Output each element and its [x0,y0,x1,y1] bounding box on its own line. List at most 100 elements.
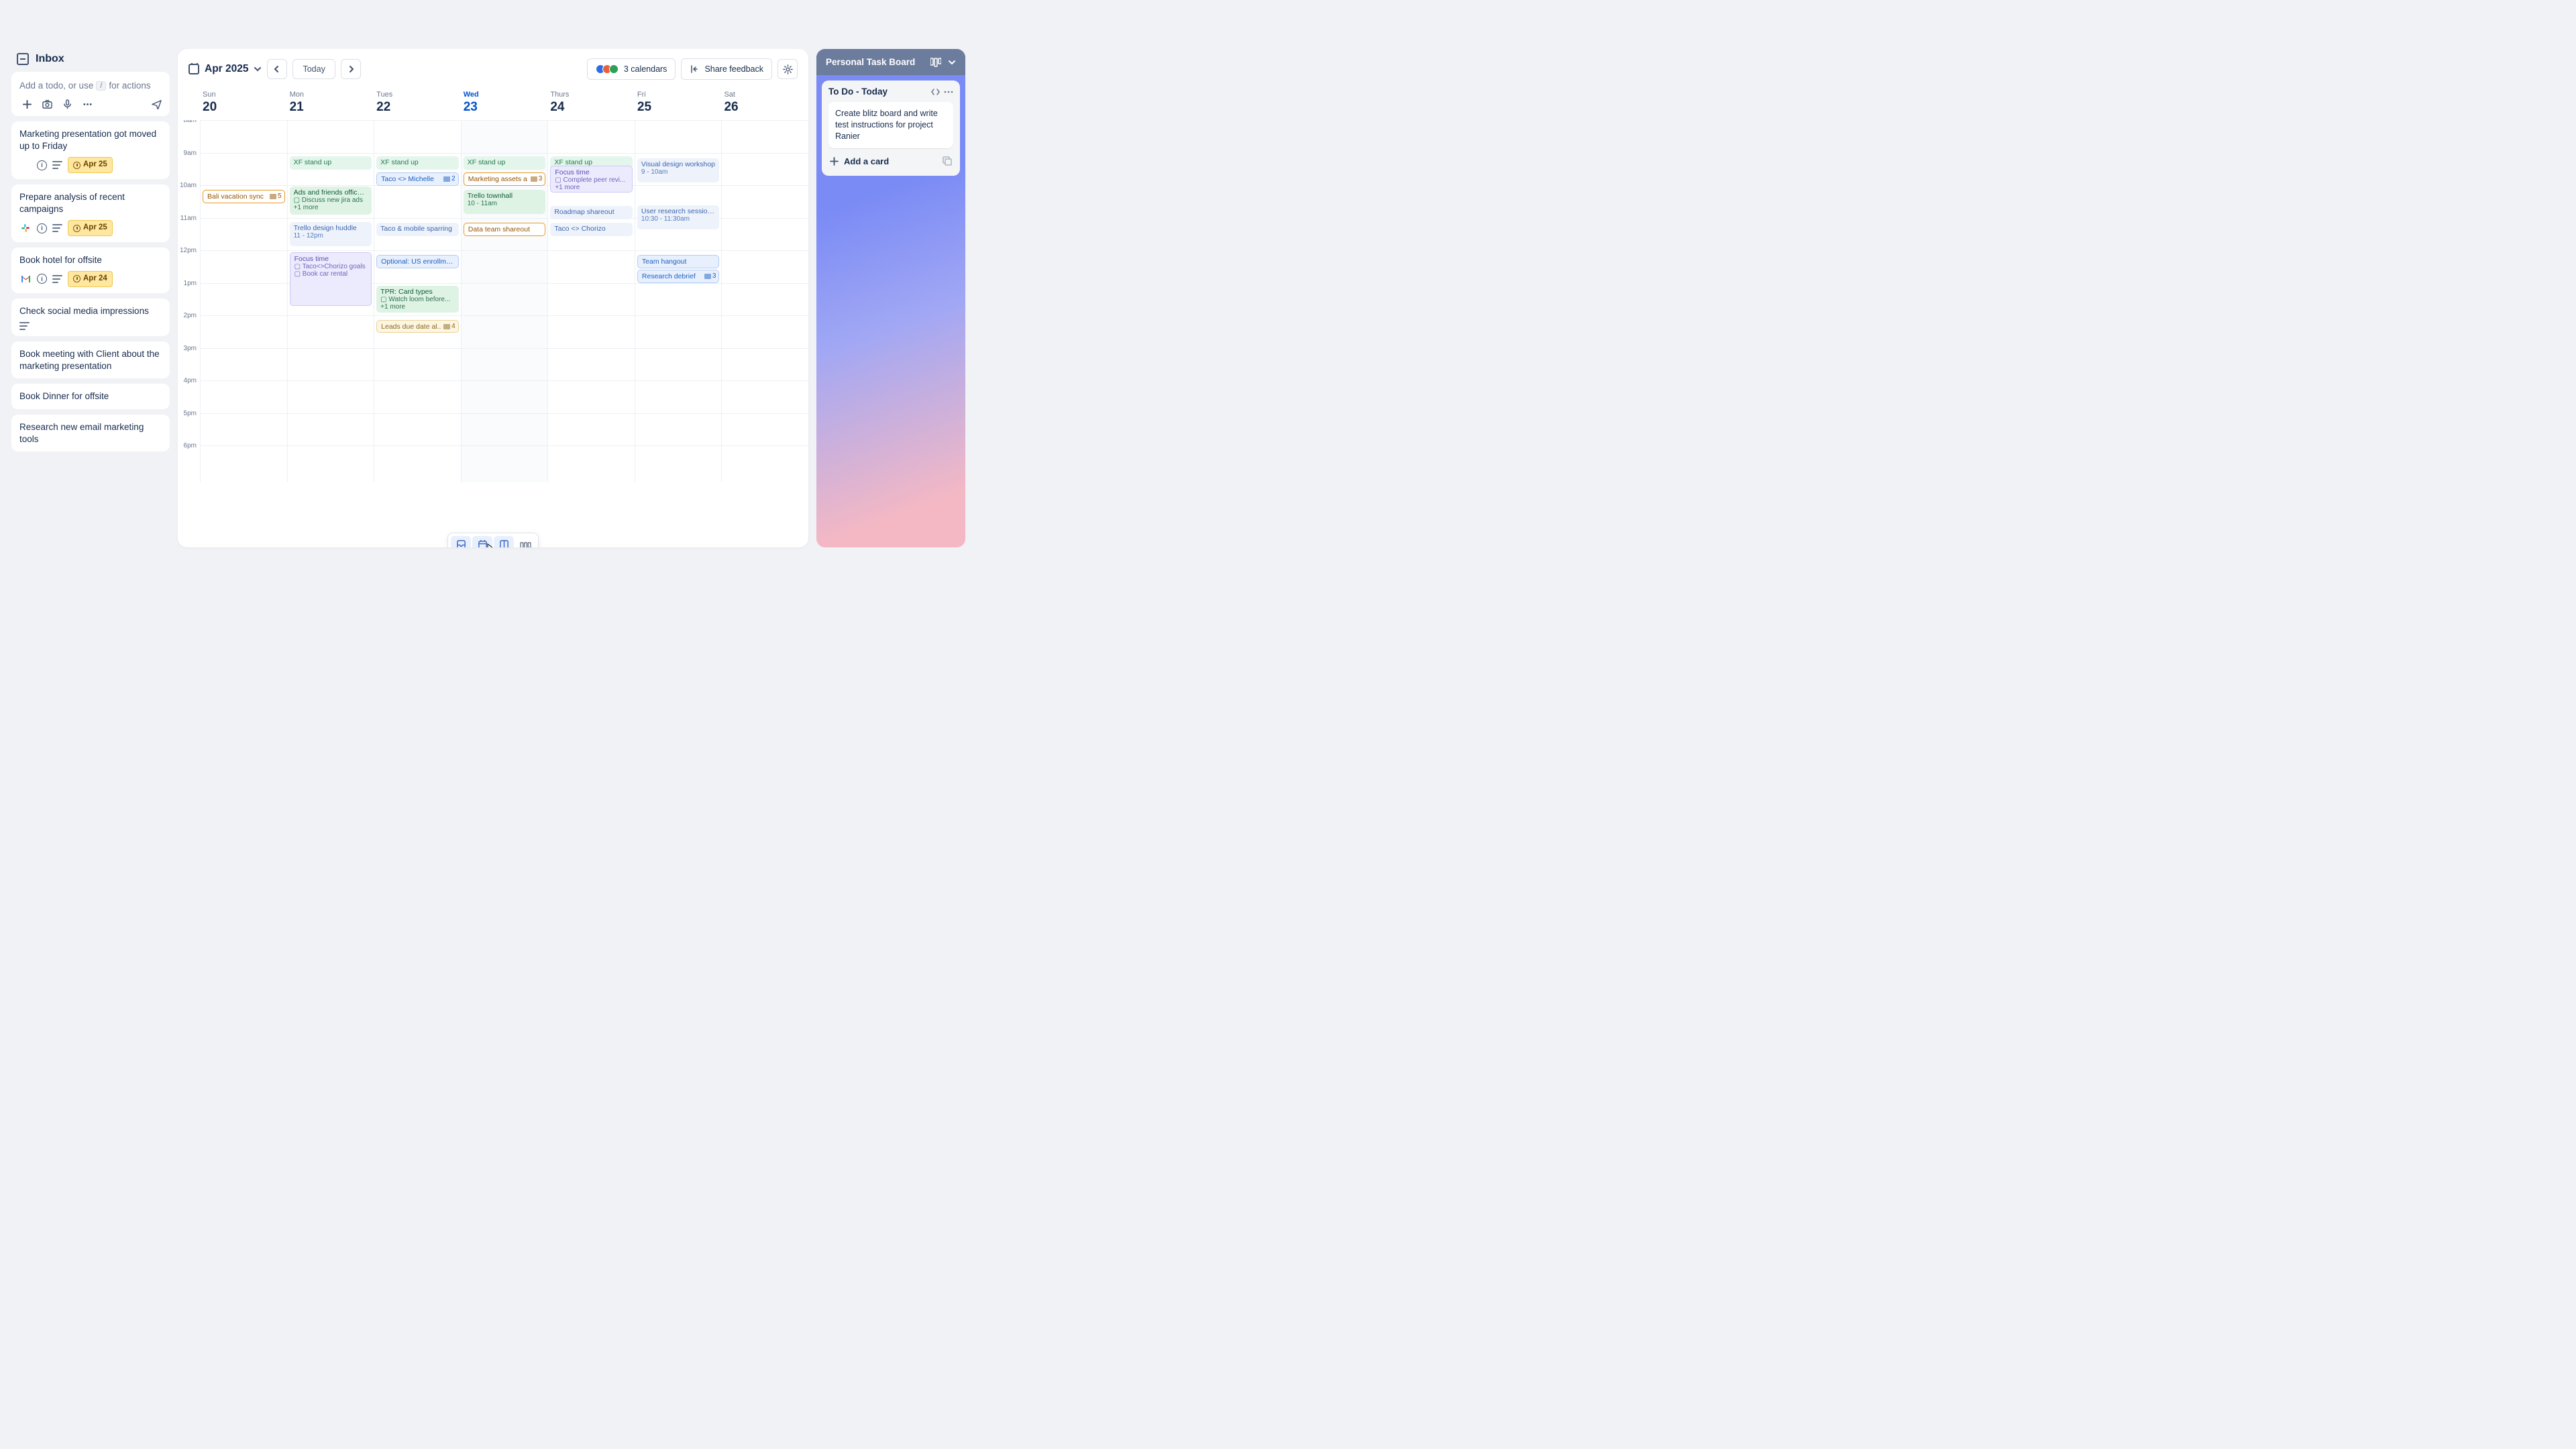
cal-event[interactable]: TPR: Card types▢ Watch loom before...+1 … [376,286,459,313]
day-header[interactable]: Sat26 [721,89,808,120]
add-card-label: Add a card [844,156,889,166]
day-header[interactable]: Sun20 [200,89,287,120]
day-col[interactable]: Visual design workshop9 - 10am User resea… [635,120,722,482]
today-button[interactable]: Today [292,59,335,79]
share-icon [690,64,699,74]
prev-week-button[interactable] [267,59,287,79]
board-view-icon[interactable] [930,58,941,67]
plus-icon[interactable] [22,99,32,109]
settings-button[interactable] [777,59,798,79]
info-icon[interactable]: i [37,223,47,233]
time-label: 10am [178,182,200,215]
inbox-card[interactable]: Book meeting with Client about the marke… [11,341,170,378]
camera-icon[interactable] [42,99,52,109]
inbox-card-meta: i Apr 25 [19,157,162,173]
day-name: Sat [724,91,806,99]
week-grid[interactable]: Bali vacation sync5 XF stand up Ads and fr… [200,120,808,482]
view-columns-button[interactable] [494,536,514,547]
day-col[interactable]: XF stand up Ads and friends office h...▢ … [287,120,374,482]
ev-count: 2 [443,175,455,182]
date-pill[interactable]: Apr 24 [68,271,113,287]
inbox-card-text: Prepare analysis of recent campaigns [19,191,162,215]
template-icon[interactable] [943,156,952,166]
view-inbox-button[interactable] [451,536,471,547]
day-header[interactable]: Wed23 [461,89,548,120]
add-card-button[interactable]: Add a card [828,154,953,169]
inbox-card-text: Research new email marketing tools [19,421,162,445]
plus-icon [830,157,839,166]
description-icon [19,322,30,330]
cal-event[interactable]: Roadmap shareout [550,206,633,219]
chevron-down-icon[interactable] [948,58,956,66]
inbox-card[interactable]: Book Dinner for offsite [11,384,170,409]
cal-event[interactable]: Trello design huddle11 - 12pm [290,222,372,246]
cal-event[interactable]: Focus time▢ Taco<>Chorizo goals▢ Book ca… [290,252,372,306]
ev-title: XF stand up [380,158,455,166]
day-name: Mon [290,91,372,99]
cal-title-wrap[interactable]: Apr 2025 [189,63,262,75]
cal-event[interactable]: Marketing assets a3 [464,172,546,186]
cal-event[interactable]: Research debrief3 [637,270,720,283]
day-num: 23 [464,100,545,115]
day-header[interactable]: Tues22 [374,89,461,120]
cal-event[interactable]: XF stand up [464,156,546,170]
ev-sub: ▢ Taco<>Chorizo goals [294,263,368,270]
inbox-card[interactable]: Marketing presentation got moved up to F… [11,121,170,179]
cal-event[interactable]: Taco & mobile sparring [376,223,459,236]
calendars-pill[interactable]: 3 calendars [587,58,676,80]
time-col: 8am9am10am11am12pm1pm2pm3pm4pm5pm6pm [178,120,200,482]
view-board-button[interactable] [515,536,535,547]
date-pill[interactable]: Apr 25 [68,220,113,236]
inbox-card-text: Check social media impressions [19,305,162,317]
day-num: 24 [550,100,632,115]
info-icon[interactable]: i [37,274,47,284]
ev-more: +1 more [294,204,368,211]
cal-event[interactable]: Team hangout [637,255,720,268]
inbox-input-card[interactable]: Add a todo, or use / for actions [11,72,170,116]
cal-event[interactable]: Focus time▢ Complete peer revi...+1 more [550,166,633,193]
ev-title: Taco & mobile sparring [380,225,455,233]
inbox-card[interactable]: Research new email marketing tools [11,415,170,451]
task-card[interactable]: Create blitz board and write test instru… [828,102,953,148]
mic-icon[interactable] [62,99,72,109]
cal-event[interactable]: Data team shareout [464,223,546,236]
calendars-label: 3 calendars [624,64,667,74]
cal-event[interactable]: Taco <> Chorizo [550,223,633,236]
share-feedback-button[interactable]: Share feedback [681,58,772,80]
cal-event[interactable]: Optional: US enrollment [376,255,459,268]
day-col[interactable]: XF stand up Taco <> Michelle2 Taco & mobil… [374,120,461,482]
collapse-icon[interactable] [931,89,940,95]
cal-event[interactable]: Taco <> Michelle2 [376,172,459,186]
day-col[interactable] [721,120,808,482]
inbox-card-text: Book hotel for offsite [19,254,162,266]
day-header[interactable]: Thurs24 [547,89,635,120]
more-icon[interactable] [83,99,93,109]
day-col[interactable]: XF stand up Marketing assets a3 Trello tow… [461,120,548,482]
cal-event[interactable]: Bali vacation sync5 [203,190,285,203]
cal-event[interactable]: Leads due date al..4 [376,320,459,333]
day-col[interactable]: XF stand upFocus time▢ Complete peer rev… [547,120,635,482]
cal-event[interactable]: Visual design workshop9 - 10am [637,158,720,182]
day-header[interactable]: Mon21 [287,89,374,120]
cal-event[interactable]: User research session #410:30 - 11:30am [637,205,720,229]
next-week-button[interactable] [341,59,361,79]
ev-title: Trello design huddle [294,224,368,232]
day-header[interactable]: Fri25 [635,89,722,120]
list-more-icon[interactable] [944,87,953,97]
date-pill[interactable]: Apr 25 [68,157,113,173]
send-icon[interactable] [152,99,162,109]
view-calendar-button[interactable] [472,536,492,547]
cal-event[interactable]: XF stand up [290,156,372,170]
inbox-card[interactable]: Book hotel for offsite i Apr 24 [11,248,170,293]
cal-month-title: Apr 2025 [205,63,248,75]
cal-event[interactable]: Ads and friends office h...▢ Discuss new… [290,186,372,215]
description-icon [52,161,62,169]
inbox-card[interactable]: Prepare analysis of recent campaigns i Apr… [11,184,170,242]
inbox-icon [17,53,29,65]
info-icon[interactable]: i [37,160,47,170]
cal-event[interactable]: XF stand up [376,156,459,170]
inbox-card[interactable]: Check social media impressions [11,299,170,336]
day-col[interactable]: Bali vacation sync5 [200,120,287,482]
time-label: 3pm [178,345,200,378]
cal-event[interactable]: Trello townhall10 - 11am [464,190,546,214]
